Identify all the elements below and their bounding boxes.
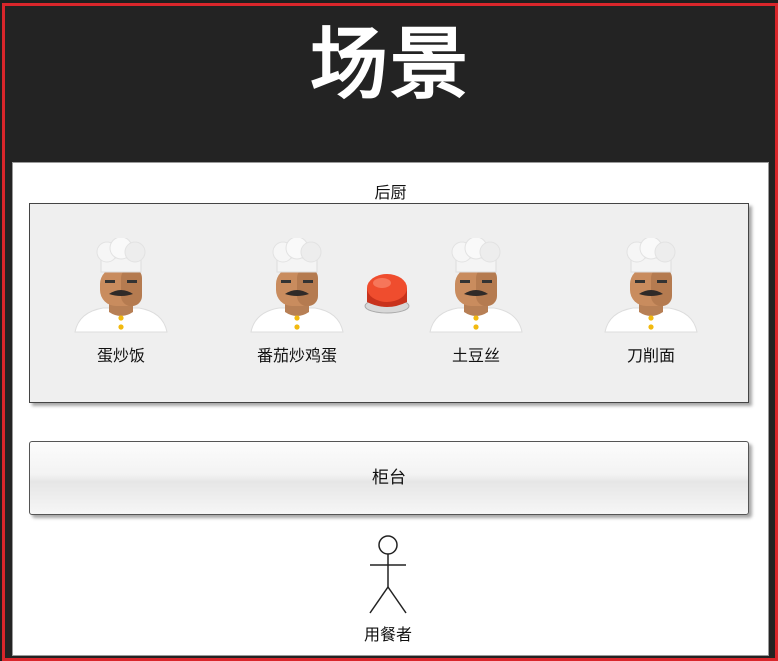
chef-tomato-egg: 番茄炒鸡蛋 [242,238,352,368]
chef-knife-cut-noodles: 刀削面 [596,238,706,368]
chef-label: 土豆丝 [451,346,500,365]
chef-label: 蛋炒饭 [96,346,145,365]
counter-box: 柜台 [29,441,749,515]
chef-label: 刀削面 [626,346,675,365]
chef-icon [250,238,344,333]
diner-actor: 用餐者 [358,535,418,645]
page-title: 场景 [309,20,470,110]
stick-figure-icon [369,535,407,614]
diagram-canvas: 后厨 蛋炒饭 番茄炒鸡蛋 土豆丝 刀削面 柜台 用餐者 [12,162,769,656]
chef-label: 番茄炒鸡蛋 [256,346,337,365]
chef-shredded-potato: 土豆丝 [421,238,531,368]
diner-label: 用餐者 [363,625,412,644]
counter-label: 柜台 [372,468,406,488]
red-push-button-icon[interactable] [362,266,412,316]
chef-icon [604,238,698,333]
kitchen-box: 蛋炒饭 番茄炒鸡蛋 土豆丝 刀削面 [29,203,749,403]
red-push-button-icon [364,274,410,314]
chef-icon [74,238,168,333]
chef-egg-fried-rice: 蛋炒饭 [66,238,176,368]
kitchen-label: 后厨 [374,183,407,202]
chef-icon [429,238,523,333]
scene-frame: 场景 后厨 蛋炒饭 番茄炒鸡蛋 土豆丝 刀削面 柜台 用餐者 [2,3,778,661]
